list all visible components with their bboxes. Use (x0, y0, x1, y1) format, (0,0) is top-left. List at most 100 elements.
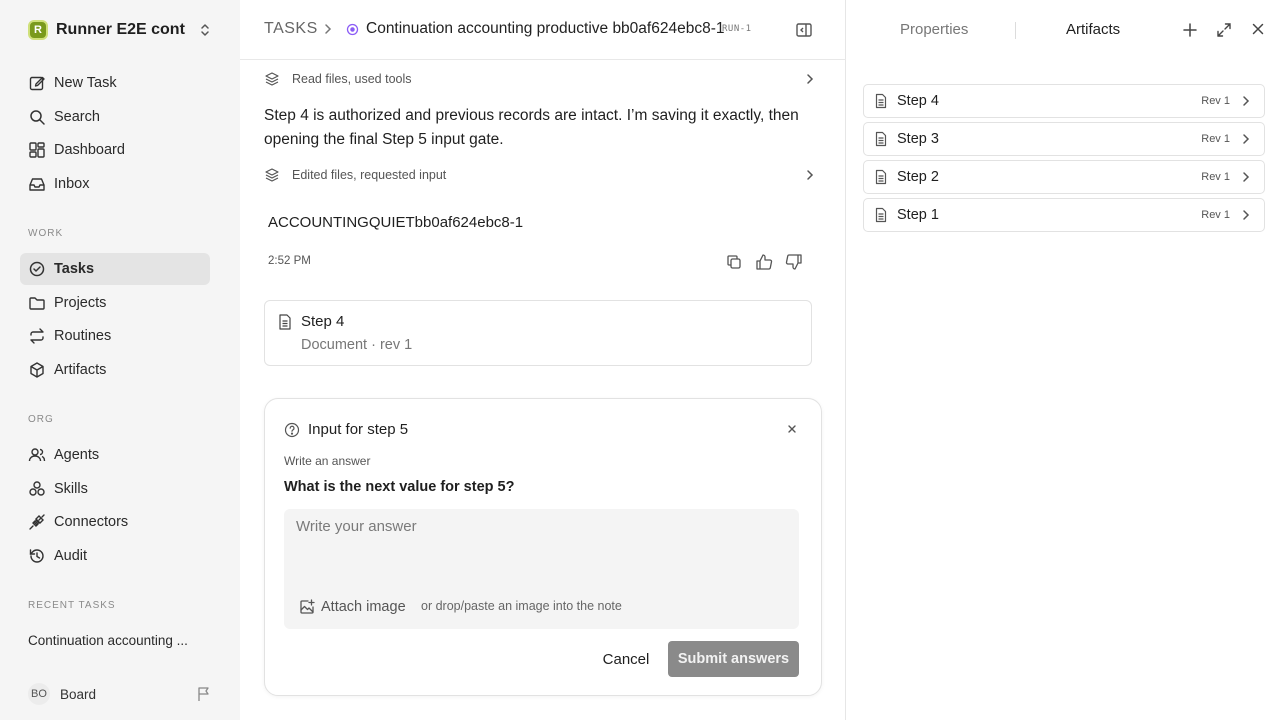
nav-projects[interactable]: Projects (20, 287, 210, 319)
cancel-button[interactable]: Cancel (591, 642, 661, 676)
image-plus-icon (299, 599, 315, 615)
artifact-row[interactable]: Step 4 Rev 1 (863, 84, 1265, 118)
tab-properties[interactable]: Properties (900, 21, 968, 38)
nav-agents[interactable]: Agents (20, 439, 210, 471)
artifact-name: Step 1 (897, 207, 939, 223)
workspace-logo: R (28, 20, 48, 40)
nav-inbox[interactable]: Inbox (20, 168, 210, 200)
nav-search[interactable]: Search (20, 101, 210, 133)
run-badge: RUN-1 (722, 24, 752, 34)
nav-connectors[interactable]: Connectors (20, 506, 210, 538)
nav-audit[interactable]: Audit (20, 540, 210, 572)
search-icon (28, 108, 46, 126)
chevron-right-icon (804, 72, 816, 86)
nav-label: Skills (54, 481, 88, 497)
attach-label: Attach image (321, 599, 406, 615)
users-icon (28, 446, 46, 464)
submit-answers-button[interactable]: Submit answers (668, 641, 799, 677)
status-circle-icon (346, 23, 359, 36)
workspace-name: Runner E2E conti... (56, 21, 186, 38)
input-request-card: Input for step 5 Write an answer What is… (264, 398, 822, 696)
plus-icon[interactable] (1182, 22, 1198, 38)
expand-icon[interactable] (1216, 22, 1232, 38)
user-name: Board (60, 686, 97, 702)
close-icon[interactable] (786, 423, 798, 435)
panel-toggle-icon[interactable] (795, 21, 813, 39)
input-request-title: Input for step 5 (308, 421, 409, 438)
avatar: BO (28, 683, 50, 705)
nav-label: Dashboard (54, 142, 125, 158)
right-panel: Properties Artifacts Step 4 Rev 1 Step 3… (847, 0, 1280, 720)
artifact-rev: Rev 1 (1201, 95, 1230, 107)
artifact-rev: Rev 1 (1201, 171, 1230, 183)
attach-hint: or drop/paste an image into the note (421, 599, 622, 613)
artifact-row[interactable]: Step 3 Rev 1 (863, 122, 1265, 156)
message-actions (725, 253, 803, 271)
workspace-switcher[interactable]: R Runner E2E conti... (28, 19, 212, 41)
document-icon (277, 313, 293, 331)
artifact-row[interactable]: Step 2 Rev 1 (863, 160, 1265, 194)
answer-input[interactable] (284, 509, 799, 589)
thumbs-up-icon[interactable] (755, 253, 773, 271)
breadcrumb-root[interactable]: TASKS (264, 20, 318, 38)
answer-box: Attach image or drop/paste an image into… (284, 509, 799, 629)
nav-dashboard[interactable]: Dashboard (20, 134, 210, 166)
agent-message: Step 4 is authorized and previous record… (264, 107, 799, 148)
artifact-name: Step 3 (897, 131, 939, 147)
nav-artifacts[interactable]: Artifacts (20, 354, 210, 386)
nav-label: Artifacts (54, 362, 107, 378)
nav-label: Routines (54, 328, 112, 344)
chevron-right-icon (1241, 133, 1251, 145)
document-title: Step 4 (301, 313, 345, 330)
tab-artifacts[interactable]: Artifacts (1066, 21, 1120, 38)
flag-icon[interactable] (196, 686, 212, 702)
question-circle-icon (284, 422, 300, 438)
nav-label: Tasks (54, 261, 95, 277)
copy-icon[interactable] (725, 253, 743, 271)
sidebar: R Runner E2E conti... New Task Search Da… (0, 0, 240, 720)
activity-row-read[interactable]: Read files, used tools (264, 67, 816, 91)
chevron-up-down-icon (198, 22, 212, 38)
recent-task-item[interactable]: Continuation accounting ... (28, 633, 203, 648)
chevron-right-icon (1241, 171, 1251, 183)
document-card[interactable]: Step 4 Document · rev 1 (264, 300, 812, 366)
nav-label: Projects (54, 295, 107, 311)
chevron-right-icon (322, 22, 334, 36)
chevron-right-icon (1241, 95, 1251, 107)
thumbs-down-icon[interactable] (785, 253, 803, 271)
document-icon (874, 131, 888, 147)
task-main-panel: TASKS Continuation accounting productive… (240, 0, 846, 720)
input-label: Write an answer (284, 454, 371, 468)
check-circle-icon (28, 260, 46, 278)
activity-label: Read files, used tools (292, 72, 412, 86)
nav-routines[interactable]: Routines (20, 320, 210, 352)
nav-label: Search (54, 109, 100, 125)
activity-row-edited[interactable]: Edited files, requested input (264, 163, 816, 187)
nav-skills[interactable]: Skills (20, 473, 210, 505)
activity-label: Edited files, requested input (292, 168, 447, 182)
nav-tasks[interactable]: Tasks (20, 253, 210, 285)
answer-text: ACCOUNTINGQUIETbb0af624ebc8-1 (268, 214, 524, 231)
artifact-rev: Rev 1 (1201, 133, 1230, 145)
close-panel-icon[interactable] (1251, 22, 1265, 36)
chevron-right-icon (804, 168, 816, 182)
inbox-icon (28, 175, 46, 193)
repeat-icon (28, 327, 46, 345)
chevron-right-icon (1241, 209, 1251, 221)
nav-label: Inbox (54, 176, 90, 192)
document-icon (874, 207, 888, 223)
artifact-name: Step 4 (897, 93, 939, 109)
layers-icon (264, 167, 280, 183)
nav-new-task[interactable]: New Task (20, 67, 210, 99)
attach-image-button[interactable]: Attach image (299, 599, 406, 615)
document-icon (874, 93, 888, 109)
message-timestamp: 2:52 PM (268, 255, 311, 267)
artifact-row[interactable]: Step 1 Rev 1 (863, 198, 1265, 232)
input-question: What is the next value for step 5? (284, 479, 515, 495)
artifact-name: Step 2 (897, 169, 939, 185)
section-label-work: WORK (28, 228, 64, 239)
user-profile[interactable]: BO Board (28, 683, 212, 705)
section-label-recent: RECENT TASKS (28, 600, 116, 611)
page-title: Continuation accounting productive bb0af… (366, 20, 725, 37)
nav-label: New Task (54, 75, 117, 91)
